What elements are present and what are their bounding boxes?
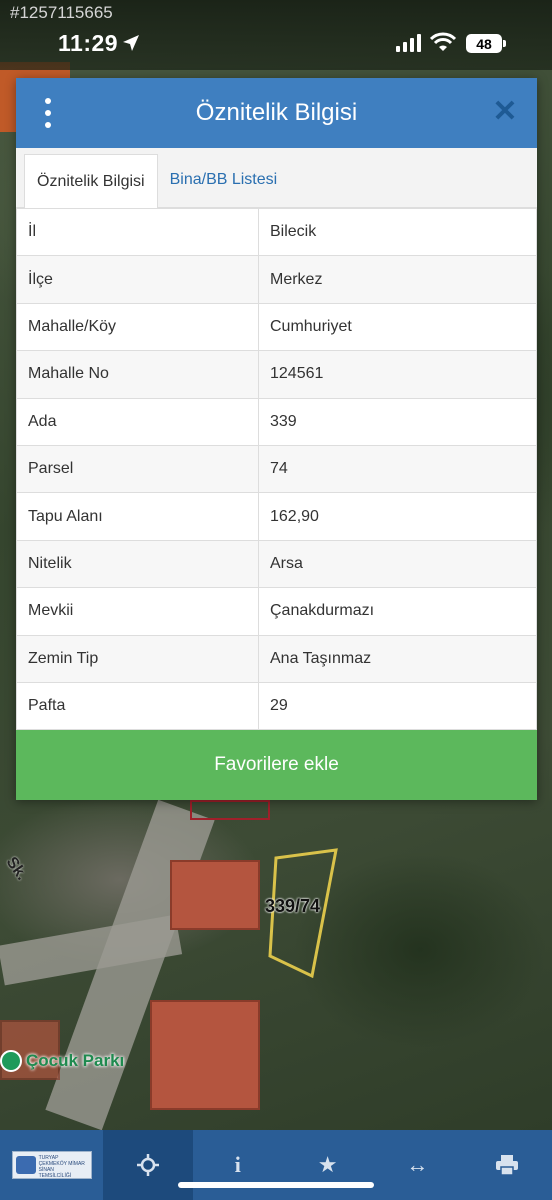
attribute-value: 124561 bbox=[258, 350, 537, 399]
measure-icon[interactable]: ↔ bbox=[372, 1130, 462, 1200]
attribute-value: Merkez bbox=[258, 255, 537, 304]
cellular-signal-icon bbox=[396, 34, 421, 52]
tab-building-list[interactable]: Bina/BB Listesi bbox=[158, 153, 290, 207]
print-icon[interactable] bbox=[462, 1130, 552, 1200]
table-row: Pafta 29 bbox=[16, 681, 537, 731]
table-row: Mevkii Çanakdurmazı bbox=[16, 587, 537, 636]
attribute-key: Zemin Tip bbox=[16, 634, 259, 683]
add-to-favorites-button[interactable]: Favorilere ekle bbox=[16, 730, 537, 801]
attribute-key: Ada bbox=[16, 397, 259, 446]
attribute-value: Cumhuriyet bbox=[258, 302, 537, 352]
attribute-key: Parsel bbox=[16, 444, 259, 494]
table-row: İl Bilecik bbox=[16, 207, 537, 257]
attribute-value: Çanakdurmazı bbox=[258, 587, 537, 636]
attribute-value: 162,90 bbox=[258, 492, 537, 541]
attribute-key: Pafta bbox=[16, 681, 259, 731]
battery-icon: 48 bbox=[466, 34, 506, 53]
dialog-title: Öznitelik Bilgisi bbox=[195, 99, 358, 126]
attribute-key: Nitelik bbox=[16, 539, 259, 589]
table-row: Mahalle No 124561 bbox=[16, 350, 537, 399]
star-icon[interactable]: ★ bbox=[283, 1130, 373, 1200]
attribute-dialog: Öznitelik Bilgisi ✕ Öznitelik Bilgisi Bi… bbox=[16, 78, 537, 801]
street-label: Sk. bbox=[2, 854, 31, 884]
wifi-icon bbox=[430, 32, 456, 51]
attribute-key: İlçe bbox=[16, 255, 259, 304]
crosshair-icon[interactable] bbox=[103, 1130, 193, 1200]
info-icon[interactable]: i bbox=[193, 1130, 283, 1200]
table-row: Nitelik Arsa bbox=[16, 539, 537, 589]
more-vertical-icon[interactable] bbox=[38, 98, 58, 128]
tab-attribute-info[interactable]: Öznitelik Bilgisi bbox=[24, 154, 158, 208]
table-row: Mahalle/Köy Cumhuriyet bbox=[16, 302, 537, 352]
attribute-value: Ana Taşınmaz bbox=[258, 634, 537, 683]
status-time: 11:29 bbox=[58, 30, 119, 56]
poi-label: Çocuk Parkı bbox=[26, 1051, 125, 1070]
table-row: Parsel 74 bbox=[16, 444, 537, 494]
logo-mark bbox=[15, 1156, 36, 1174]
attribute-key: Tapu Alanı bbox=[16, 492, 259, 541]
logo-text: TURYAP ÇEKMEKÖY MİMAR SİNAN TEMSİLCİLİĞİ bbox=[38, 1155, 85, 1179]
attribute-value: 339 bbox=[258, 397, 537, 446]
playground-icon bbox=[0, 1050, 22, 1072]
location-arrow-icon bbox=[123, 35, 139, 51]
building bbox=[150, 1000, 260, 1110]
dialog-header: Öznitelik Bilgisi ✕ bbox=[16, 78, 537, 148]
attribute-key: Mahalle/Köy bbox=[16, 302, 259, 352]
home-indicator bbox=[178, 1182, 374, 1188]
parcel-label: 339/74 bbox=[265, 896, 321, 916]
status-bar: #1257115665 11:29 48 bbox=[0, 0, 552, 70]
attribute-value: 74 bbox=[258, 444, 537, 494]
attribute-key: Mahalle No bbox=[16, 350, 259, 399]
poi-playground[interactable]: Çocuk Parkı bbox=[0, 1050, 124, 1072]
close-icon[interactable]: ✕ bbox=[491, 97, 519, 127]
parcel-outline-red bbox=[190, 800, 270, 820]
attribute-key: Mevkii bbox=[16, 587, 259, 636]
listing-id: #1257115665 bbox=[10, 3, 113, 22]
agency-logo: TURYAP ÇEKMEKÖY MİMAR SİNAN TEMSİLCİLİĞİ bbox=[0, 1130, 103, 1200]
attribute-table: İl Bilecik İlçe Merkez Mahalle/Köy Cumhuriyet… bbox=[16, 207, 537, 731]
building bbox=[170, 860, 260, 930]
attribute-value: Arsa bbox=[258, 539, 537, 589]
table-row: Zemin Tip Ana Taşınmaz bbox=[16, 634, 537, 683]
attribute-value: 29 bbox=[258, 681, 537, 731]
bottom-toolbar: TURYAP ÇEKMEKÖY MİMAR SİNAN TEMSİLCİLİĞİ… bbox=[0, 1130, 552, 1200]
table-row: İlçe Merkez bbox=[16, 255, 537, 304]
attribute-value: Bilecik bbox=[258, 207, 537, 257]
tab-bar: Öznitelik Bilgisi Bina/BB Listesi bbox=[16, 148, 537, 208]
attribute-key: İl bbox=[16, 207, 259, 257]
table-row: Ada 339 bbox=[16, 397, 537, 446]
table-row: Tapu Alanı 162,90 bbox=[16, 492, 537, 541]
